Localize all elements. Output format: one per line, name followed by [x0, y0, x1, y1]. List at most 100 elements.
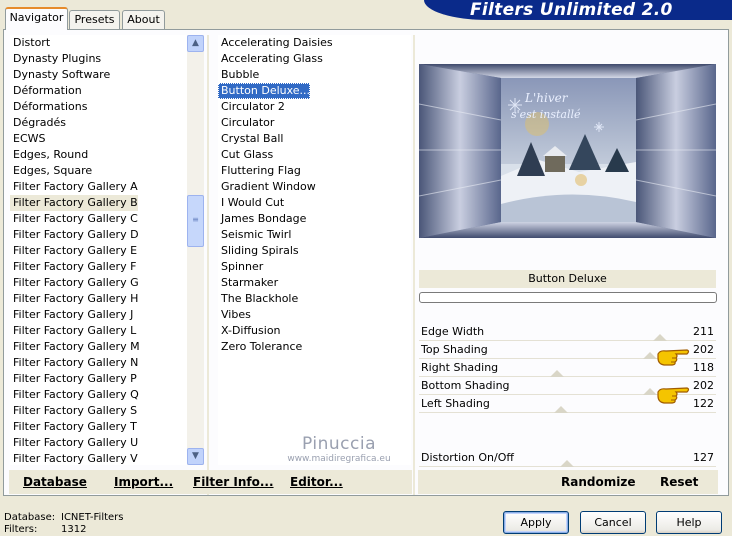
- category-item[interactable]: Filter Factory Gallery N: [10, 355, 138, 371]
- filter-item[interactable]: The Blackhole: [218, 291, 298, 307]
- editor-button[interactable]: Editor...: [290, 474, 343, 490]
- filter-item[interactable]: Cut Glass: [218, 147, 273, 163]
- parameter-value: 202: [693, 379, 714, 392]
- category-item[interactable]: Filter Factory Gallery M: [10, 339, 140, 355]
- window-title: Filters Unlimited 2.0: [470, 0, 673, 20]
- parameter-value: 211: [693, 325, 714, 338]
- scroll-thumb[interactable]: ≡: [187, 195, 204, 247]
- reset-button[interactable]: Reset: [660, 474, 698, 490]
- parameter-label: Bottom Shading: [421, 379, 510, 392]
- grip-icon: ≡: [192, 215, 199, 224]
- filter-item[interactable]: Bubble: [218, 67, 259, 83]
- category-item[interactable]: Edges, Square: [10, 163, 92, 179]
- help-button[interactable]: Help: [656, 511, 722, 534]
- database-button[interactable]: Database: [23, 474, 87, 490]
- category-item[interactable]: Dynasty Software: [10, 67, 110, 83]
- current-filter-name: Button Deluxe: [419, 270, 716, 288]
- filter-item[interactable]: Gradient Window: [218, 179, 316, 195]
- parameter-slider[interactable]: Edge Width 211: [419, 323, 716, 341]
- filter-item[interactable]: James Bondage: [218, 211, 306, 227]
- cancel-button[interactable]: Cancel: [580, 511, 646, 534]
- parameter-label: Left Shading: [421, 397, 490, 410]
- slider-thumb[interactable]: [653, 334, 667, 341]
- filter-item[interactable]: Zero Tolerance: [218, 339, 302, 355]
- category-item[interactable]: ECWS: [10, 131, 46, 147]
- category-item[interactable]: Filter Factory Gallery J: [10, 307, 133, 323]
- parameter-label: Distortion On/Off: [421, 451, 514, 464]
- category-item[interactable]: Filter Factory Gallery G: [10, 275, 139, 291]
- filter-item[interactable]: Spinner: [218, 259, 263, 275]
- slider-thumb[interactable]: [643, 388, 657, 395]
- filter-info-button[interactable]: Filter Info...: [193, 474, 274, 490]
- filter-item[interactable]: Crystal Ball: [218, 131, 283, 147]
- category-scrollbar[interactable]: ▲ ≡ ▼: [187, 35, 204, 465]
- watermark-name: Pinuccia: [302, 434, 376, 454]
- filters-count-value: 1312: [61, 524, 87, 535]
- slider-thumb[interactable]: [554, 406, 568, 413]
- parameter-value: 202: [693, 343, 714, 356]
- tab-presets[interactable]: Presets: [69, 10, 120, 29]
- scroll-up-button[interactable]: ▲: [187, 35, 204, 52]
- database-label: Database:: [4, 512, 56, 523]
- category-item[interactable]: Filter Factory Gallery Q: [10, 387, 139, 403]
- category-item[interactable]: Filter Factory Gallery A: [10, 179, 138, 195]
- filter-item[interactable]: Vibes: [218, 307, 251, 323]
- pointing-hand-icon: [657, 349, 690, 366]
- database-value: ICNET-Filters: [61, 512, 124, 523]
- apply-button[interactable]: Apply: [503, 511, 569, 534]
- category-item[interactable]: Filter Factory Gallery D: [10, 227, 139, 243]
- tab-about[interactable]: About: [122, 10, 165, 29]
- pointing-hand-icon: [657, 387, 690, 404]
- category-item[interactable]: Filter Factory Gallery B: [10, 195, 138, 211]
- filters-count-label: Filters:: [4, 524, 38, 535]
- slider-thumb[interactable]: [550, 370, 564, 377]
- category-item[interactable]: Distort: [10, 35, 50, 51]
- parameter-value: 127: [693, 451, 714, 464]
- slider-thumb[interactable]: [560, 460, 574, 467]
- scroll-down-button[interactable]: ▼: [187, 448, 204, 465]
- filter-item[interactable]: Accelerating Daisies: [218, 35, 333, 51]
- category-item[interactable]: Filter Factory Gallery U: [10, 435, 138, 451]
- filter-item[interactable]: Starmaker: [218, 275, 278, 291]
- filter-list[interactable]: Accelerating Daisies Accelerating Glass Bu…: [218, 35, 411, 465]
- category-item[interactable]: Edges, Round: [10, 147, 88, 163]
- category-item[interactable]: Filter Factory Gallery L: [10, 323, 136, 339]
- parameter-slider[interactable]: Distortion On/Off 127: [419, 449, 716, 467]
- tab-navigator[interactable]: Navigator: [5, 7, 68, 30]
- category-item[interactable]: Filter Factory Gallery C: [10, 211, 138, 227]
- slider-thumb[interactable]: [643, 352, 657, 359]
- watermark-url: www.maidiregrafica.eu: [287, 454, 391, 464]
- filter-item[interactable]: Seismic Twirl: [218, 227, 291, 243]
- category-item[interactable]: Filter Factory Gallery S: [10, 403, 137, 419]
- category-item[interactable]: Filter Factory Gallery V: [10, 451, 138, 465]
- category-item[interactable]: Filter Factory Gallery P: [10, 371, 137, 387]
- category-item[interactable]: Dégradés: [10, 115, 66, 131]
- filter-item[interactable]: I Would Cut: [218, 195, 284, 211]
- category-item[interactable]: Filter Factory Gallery E: [10, 243, 137, 259]
- category-item[interactable]: Déformation: [10, 83, 82, 99]
- filter-item[interactable]: X-Diffusion: [218, 323, 281, 339]
- category-item[interactable]: Déformations: [10, 99, 87, 115]
- preview-caption-1: L'hiver: [524, 91, 569, 105]
- category-item[interactable]: Filter Factory Gallery T: [10, 419, 137, 435]
- progress-bar: [419, 292, 717, 303]
- category-list[interactable]: Distort Dynasty Plugins Dynasty Software Dé…: [10, 35, 187, 465]
- filter-item[interactable]: Fluttering Flag: [218, 163, 301, 179]
- randomize-button[interactable]: Randomize: [561, 474, 635, 490]
- filter-item[interactable]: Accelerating Glass: [218, 51, 323, 67]
- chevron-down-icon: ▼: [192, 451, 199, 461]
- filter-item[interactable]: Circulator 2: [218, 99, 285, 115]
- divider: [413, 35, 415, 495]
- category-item[interactable]: Filter Factory Gallery H: [10, 291, 138, 307]
- parameter-label: Edge Width: [421, 325, 485, 338]
- filter-item[interactable]: Button Deluxe...: [218, 83, 311, 99]
- parameter-value: 122: [693, 397, 714, 410]
- category-item[interactable]: Filter Factory Gallery F: [10, 259, 136, 275]
- chevron-up-icon: ▲: [192, 38, 199, 48]
- category-item[interactable]: Dynasty Plugins: [10, 51, 101, 67]
- parameter-label: Right Shading: [421, 361, 499, 374]
- filter-item[interactable]: Circulator: [218, 115, 274, 131]
- parameter-label: Top Shading: [421, 343, 488, 356]
- import-button[interactable]: Import...: [114, 474, 173, 490]
- filter-item[interactable]: Sliding Spirals: [218, 243, 299, 259]
